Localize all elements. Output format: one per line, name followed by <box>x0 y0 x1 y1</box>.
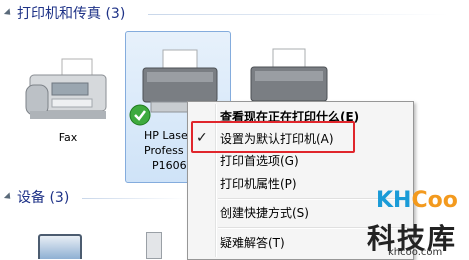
printers-group-title: 打印机和传真 (3) <box>17 6 126 22</box>
usb-device-icon[interactable] <box>146 232 162 259</box>
khcoo-logo: KHCoo <box>376 188 458 213</box>
printer-icon <box>250 48 328 101</box>
highlight-annotation <box>191 121 355 153</box>
group-divider <box>148 14 448 15</box>
default-check-icon <box>129 104 151 126</box>
printer-device-2[interactable] <box>232 45 342 105</box>
fax-device[interactable]: Fax <box>18 55 118 145</box>
watermark-url: khcoo.com <box>388 247 443 258</box>
fax-label: Fax <box>58 131 78 144</box>
hp-label-line1: HP Lase <box>144 129 188 142</box>
devices-group-title: 设备 (3) <box>17 190 70 206</box>
hp-label-line2: Profess <box>144 144 184 157</box>
collapse-arrow-icon[interactable] <box>3 192 14 202</box>
fax-icon <box>25 58 107 119</box>
devices-group-header[interactable]: 设备 (3) <box>0 186 69 208</box>
hp-label-line3: P1606 <box>152 159 187 172</box>
monitor-device-icon[interactable] <box>38 234 82 259</box>
printers-group-header[interactable]: 打印机和传真 (3) <box>0 2 125 24</box>
collapse-arrow-icon[interactable] <box>3 8 14 18</box>
group-divider <box>82 198 186 199</box>
